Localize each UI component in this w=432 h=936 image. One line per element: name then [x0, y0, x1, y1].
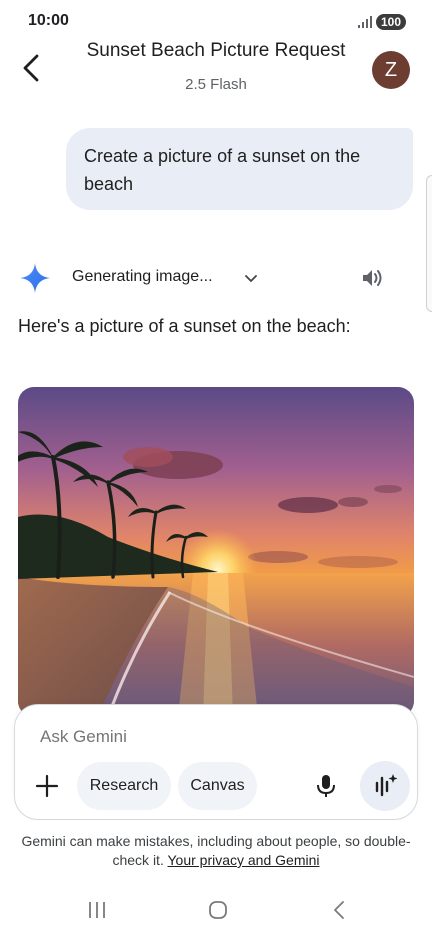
- user-message-bubble: Create a picture of a sunset on the beac…: [66, 128, 413, 210]
- disclaimer: Gemini can make mistakes, including abou…: [20, 832, 412, 870]
- generated-image[interactable]: [18, 387, 414, 717]
- system-back-button[interactable]: [328, 898, 350, 922]
- ask-gemini-input[interactable]: [40, 726, 340, 748]
- home-button[interactable]: [207, 899, 229, 921]
- gemini-spark-icon: [19, 262, 51, 294]
- status-time: 10:00: [28, 12, 69, 29]
- chevron-down-icon[interactable]: [243, 270, 259, 286]
- signal-icon: [358, 16, 372, 28]
- canvas-chip[interactable]: Canvas: [178, 762, 257, 810]
- response-text: Here's a picture of a sunset on the beac…: [18, 316, 351, 336]
- avatar[interactable]: Z: [372, 51, 410, 89]
- home-icon: [209, 901, 227, 919]
- back-button[interactable]: [16, 52, 48, 84]
- microphone-icon: [317, 775, 335, 797]
- research-chip[interactable]: Research: [77, 762, 171, 810]
- chat-title: Sunset Beach Picture Request: [86, 40, 346, 61]
- sunset-beach-illustration: [18, 387, 414, 717]
- back-icon: [334, 901, 344, 919]
- plus-icon: [35, 774, 59, 798]
- side-panel-handle[interactable]: [426, 175, 432, 312]
- add-button[interactable]: [33, 772, 61, 800]
- speaker-icon[interactable]: [360, 266, 386, 290]
- battery-icon: 100: [376, 14, 407, 30]
- privacy-link[interactable]: Your privacy and Gemini: [167, 852, 319, 868]
- model-selector[interactable]: 2.5 Flash: [60, 76, 372, 93]
- recents-button[interactable]: [86, 899, 108, 921]
- live-button[interactable]: [360, 761, 410, 811]
- recents-icon: [89, 902, 105, 918]
- back-arrow-icon: [23, 54, 39, 82]
- microphone-button[interactable]: [312, 772, 340, 800]
- live-icon: [375, 774, 398, 797]
- generation-status[interactable]: Generating image...: [72, 268, 213, 286]
